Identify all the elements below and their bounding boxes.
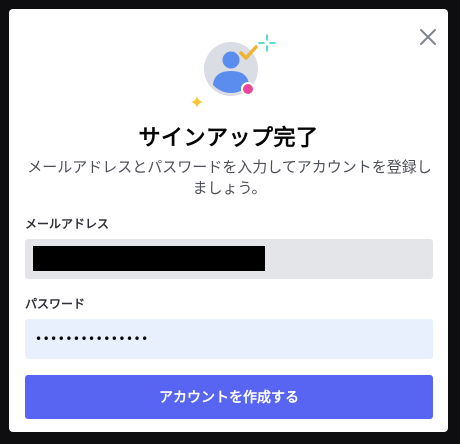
close-button[interactable] <box>418 27 438 47</box>
create-account-button[interactable]: アカウントを作成する <box>25 375 433 419</box>
email-label: メールアドレス <box>25 217 110 231</box>
status-dot-icon <box>241 82 255 96</box>
sparkle-icon <box>191 96 203 108</box>
page-subtitle: メールアドレスとパスワードを入力してアカウントを登録しましょう。 <box>27 158 432 197</box>
signup-modal: サインアップ完了 メールアドレスとパスワードを入力してアカウントを登録しましょう… <box>9 9 448 432</box>
page-title: サインアップ完了 <box>138 126 319 151</box>
password-field[interactable]: ••••••••••••••• <box>25 319 433 359</box>
sparkle-icon <box>258 34 276 52</box>
redacted-email-value <box>33 246 265 271</box>
email-field[interactable] <box>25 239 433 279</box>
password-label: パスワード <box>25 297 86 311</box>
signup-illustration <box>183 33 279 117</box>
close-icon <box>420 29 436 45</box>
